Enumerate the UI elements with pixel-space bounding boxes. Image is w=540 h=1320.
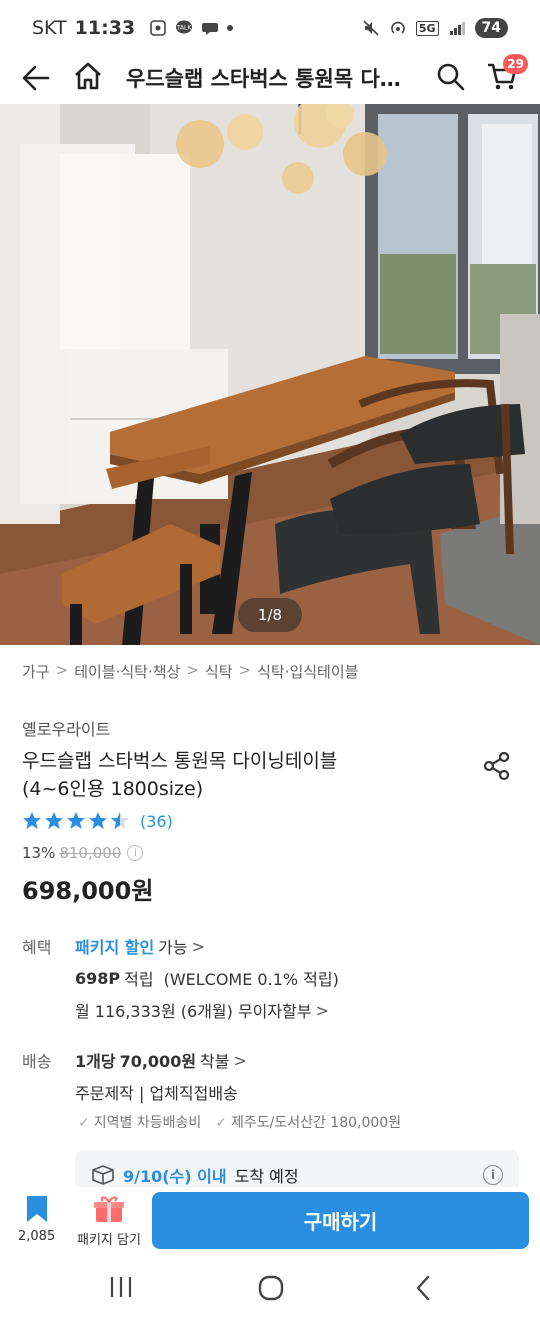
- product-photo: [0, 104, 540, 645]
- package-discount-text: 패키지 할인: [75, 938, 155, 957]
- talk-icon: TALK: [176, 20, 193, 34]
- system-nav-bar: [0, 1257, 540, 1320]
- breadcrumb-item[interactable]: 식탁: [205, 661, 233, 682]
- share-icon: [483, 751, 510, 781]
- discount-row: 13% 810,000 i: [22, 844, 144, 862]
- bookmark-button[interactable]: 2,085: [18, 1195, 55, 1244]
- discount-rate: 13%: [22, 844, 56, 862]
- star-icon: [23, 812, 41, 829]
- signal-icon: [449, 22, 465, 35]
- star-icon: [67, 812, 85, 829]
- back-button[interactable]: [20, 62, 52, 94]
- shipping-note: ✓ 지역별 차등배송비: [78, 1112, 201, 1132]
- benefits-label: 혜택: [22, 938, 52, 957]
- shipping-fee-link[interactable]: 1개당 70,000원 착불 >: [75, 1048, 247, 1072]
- chevron-right-icon: >: [233, 1050, 247, 1070]
- chat-icon: [202, 23, 219, 35]
- buy-button[interactable]: 구매하기: [152, 1192, 529, 1249]
- installment-link[interactable]: 월 116,333원 (6개월) 무이자할부 >: [75, 998, 329, 1022]
- shipping-note-text: 제주도/도서산간 180,000원: [230, 1115, 402, 1131]
- star-icon: [89, 812, 107, 829]
- product-name-line: (4~6인용 1800size): [22, 778, 204, 800]
- chevron-right-icon: >: [55, 661, 69, 679]
- package-box-icon: [93, 1196, 124, 1222]
- shipping-notes: ✓ 지역별 차등배송비 ✓ 제주도/도서산간 180,000원: [78, 1112, 401, 1132]
- breadcrumb: 가구 > 테이블·식탁·책상 > 식탁 > 식탁·입식테이블: [22, 661, 358, 682]
- recent-apps-icon: [110, 1277, 132, 1297]
- breadcrumb-item[interactable]: 테이블·식탁·책상: [74, 661, 180, 682]
- breadcrumb-item[interactable]: 식탁·입식테이블: [257, 661, 358, 682]
- clock: 11:33: [74, 17, 136, 39]
- home-nav-button[interactable]: [258, 1275, 284, 1301]
- recent-apps-button[interactable]: [108, 1275, 134, 1299]
- package-add-button[interactable]: 패키지 담기: [77, 1195, 141, 1248]
- cart-count-badge: 29: [503, 54, 528, 74]
- product-name-line: 우드슬랩 스타벅스 통원목 다이닝테이블: [22, 750, 338, 772]
- image-page-indicator: 1/8: [238, 598, 302, 632]
- cart-button[interactable]: 29: [486, 54, 528, 92]
- package-add-label: 패키지 담기: [77, 1233, 141, 1248]
- rating-stars[interactable]: (36): [22, 811, 173, 831]
- shipping-per-unit: 1개당: [75, 1052, 116, 1071]
- package-discount-link[interactable]: 패키지 할인 가능 >: [75, 934, 205, 958]
- product-image-carousel[interactable]: 1/8: [0, 104, 540, 645]
- top-app-bar: 우드슬랩 스타벅스 통원목 다이닝테이블 (4~6인용 1800size) 29: [0, 52, 540, 104]
- mute-icon: [363, 20, 379, 36]
- hotspot-icon: [391, 21, 405, 34]
- half-star-icon: [111, 812, 129, 829]
- chevron-right-icon: >: [238, 661, 252, 679]
- screenshot-icon: [150, 20, 166, 36]
- points-text: 적립: [124, 970, 154, 989]
- shipping-method: 주문제작 | 업체직접배송: [75, 1084, 238, 1103]
- original-price: 810,000: [59, 844, 122, 862]
- dot-icon: [227, 25, 234, 31]
- shipping-label: 배송: [22, 1052, 52, 1071]
- shipping-fee-type: 착불: [200, 1052, 230, 1071]
- sale-price: 698,000원: [22, 877, 154, 905]
- brand-link[interactable]: 옐로우라이트: [22, 716, 110, 740]
- arrow-left-icon: [22, 65, 50, 91]
- svg-text:TALK: TALK: [176, 25, 193, 32]
- bookmark-count: 2,085: [18, 1229, 56, 1244]
- bookmark-icon: [26, 1196, 47, 1222]
- carrier: SKT: [32, 17, 67, 39]
- review-count[interactable]: (36): [140, 812, 173, 831]
- search-icon: [437, 63, 465, 91]
- installment-text: 월 116,333원 (6개월) 무이자할부: [75, 1002, 312, 1021]
- points-value: 698P: [75, 968, 121, 988]
- info-icon[interactable]: i: [127, 845, 144, 861]
- home-icon: [75, 62, 101, 90]
- back-nav-button[interactable]: [412, 1275, 436, 1301]
- bottom-action-bar: 2,085 패키지 담기 구매하기: [0, 1187, 540, 1257]
- status-bar: SKT 11:33 TALK 5G 74: [0, 0, 540, 56]
- share-button[interactable]: [482, 751, 512, 785]
- star-icon: [45, 812, 63, 829]
- arrival-text: 도착 예정: [234, 1167, 299, 1186]
- search-button[interactable]: [436, 62, 466, 92]
- check-icon: ✓: [78, 1115, 90, 1131]
- points-row: 698P 적립 (WELCOME 0.1% 적립): [75, 966, 339, 990]
- chevron-right-icon: >: [315, 1000, 329, 1020]
- chevron-right-icon: >: [191, 936, 206, 956]
- page-title: 우드슬랩 스타벅스 통원목 다이닝테이블 (4~6인용 1800size): [126, 67, 416, 91]
- package-available-text: 가능: [158, 938, 188, 957]
- shipping-note-text: 지역별 차등배송비: [93, 1115, 202, 1131]
- check-icon: ✓: [215, 1115, 227, 1131]
- product-name: 우드슬랩 스타벅스 통원목 다이닝테이블 (4~6인용 1800size): [22, 747, 442, 803]
- battery-indicator: 74: [474, 18, 508, 38]
- shipping-note: ✓ 제주도/도서산간 180,000원: [215, 1112, 401, 1132]
- info-icon[interactable]: i: [483, 1165, 503, 1185]
- network-5g-icon: 5G: [415, 20, 439, 36]
- chevron-left-icon: [416, 1275, 430, 1301]
- home-button[interactable]: [72, 60, 104, 92]
- shipping-fee: 70,000원: [119, 1052, 197, 1071]
- delivery-box-icon: [92, 1165, 114, 1185]
- breadcrumb-item[interactable]: 가구: [22, 661, 50, 682]
- chevron-right-icon: >: [186, 661, 199, 679]
- arrival-date: 9/10(수) 이내: [123, 1167, 227, 1186]
- home-circle-icon: [258, 1275, 284, 1301]
- points-welcome: (WELCOME 0.1% 적립): [163, 970, 339, 989]
